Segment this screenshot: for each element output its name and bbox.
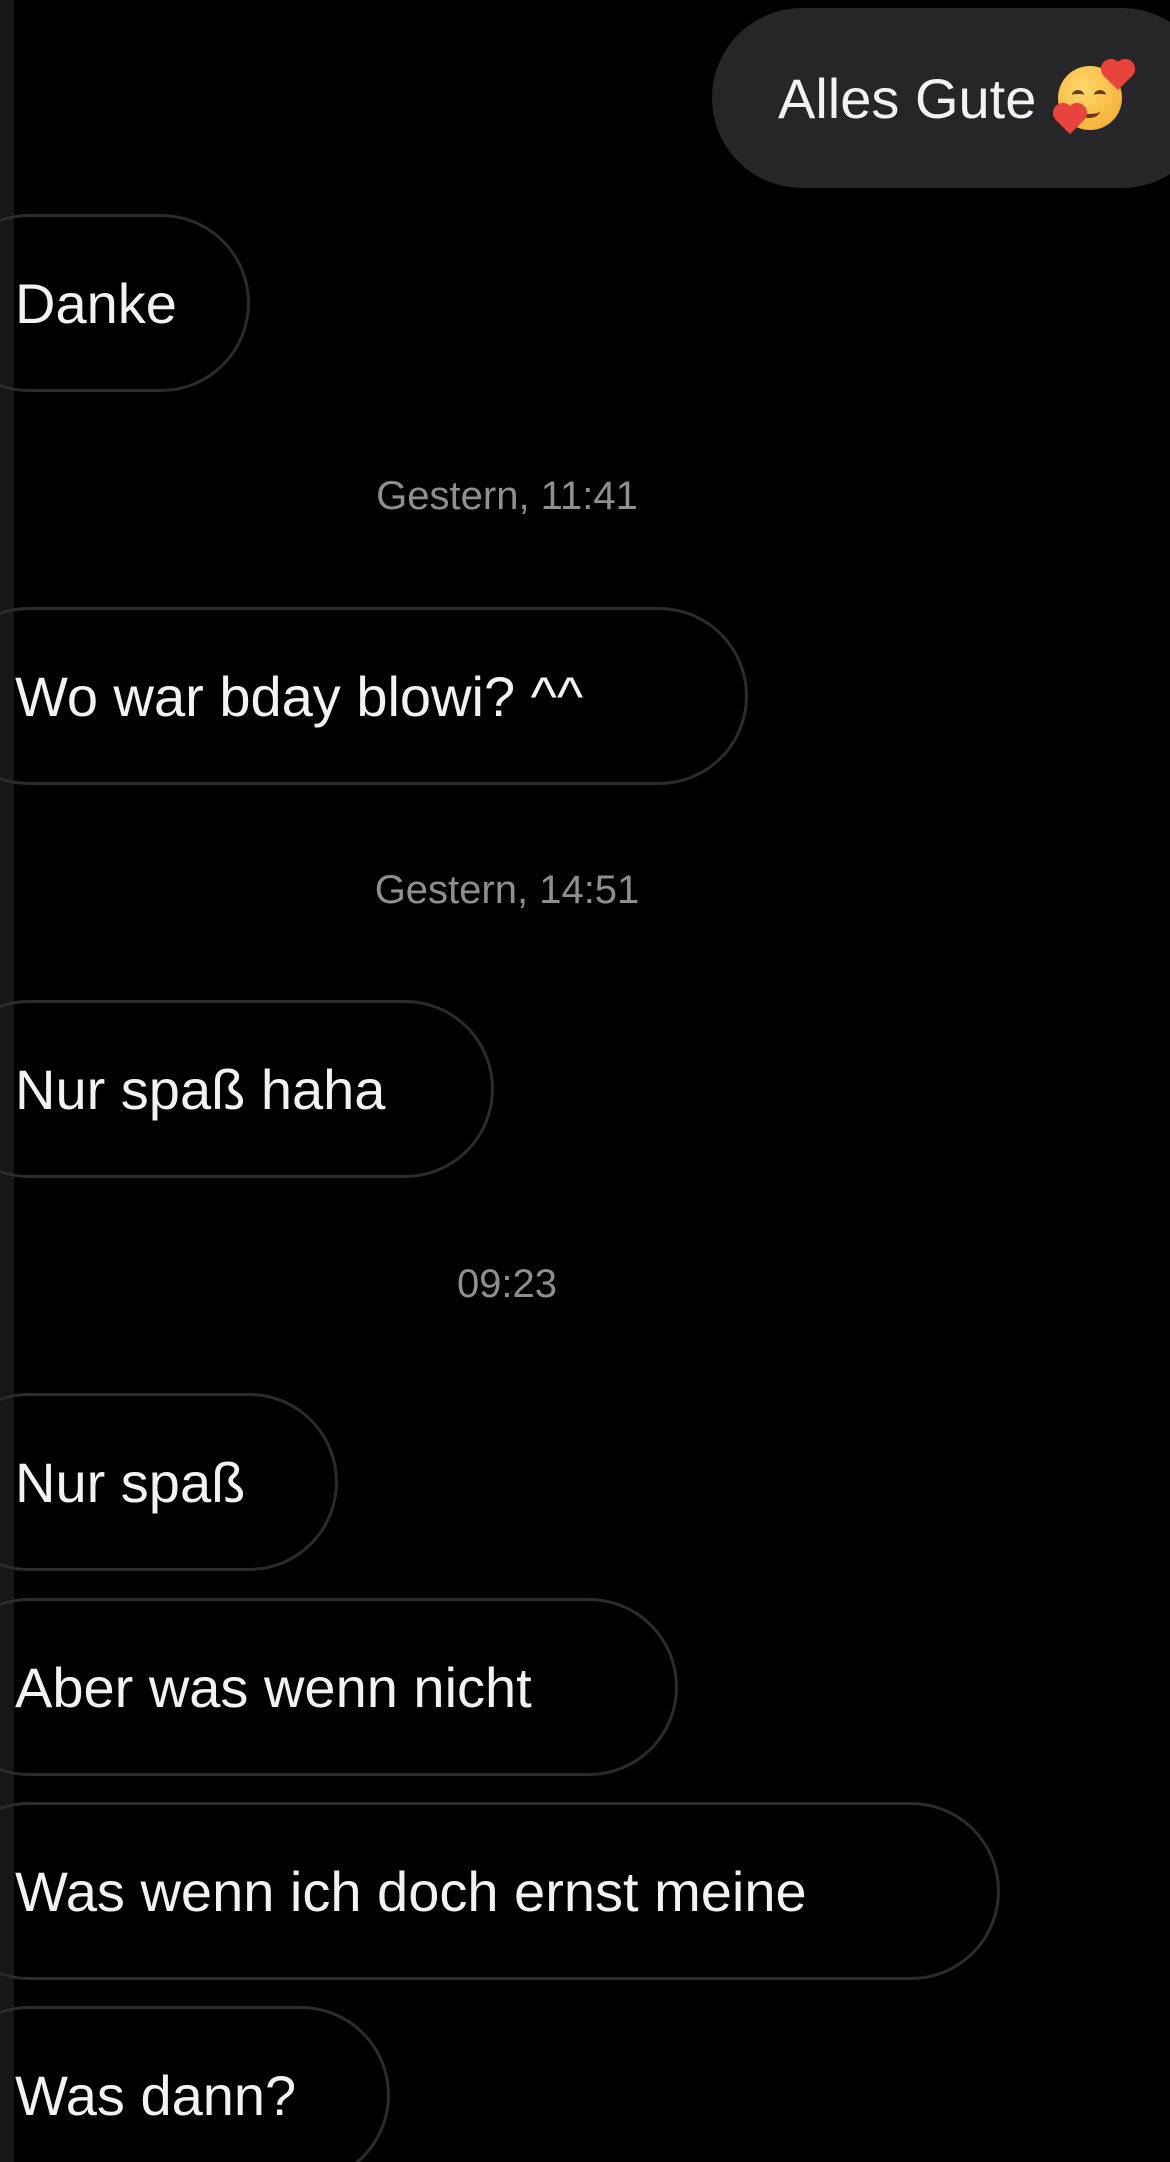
received-message-bubble[interactable]: Nur spaß [0,1393,338,1571]
smiling-face-with-hearts-icon [1056,61,1133,135]
chat-screen: Alles Gute Danke Gestern, 11:41 Wo war b… [0,0,1170,2162]
received-message-bubble[interactable]: Danke [0,214,250,392]
received-message-text: Aber was wenn nicht [15,1655,532,1719]
sent-message-text: Alles Gute [778,66,1037,130]
message-timestamp: Gestern, 14:51 [374,868,640,912]
received-message-bubble[interactable]: Aber was wenn nicht [0,1598,678,1776]
received-message-text: Nur spaß [15,1450,246,1514]
received-message-text: Was wenn ich doch ernst meine [15,1859,807,1923]
received-message-bubble[interactable]: Was dann? [0,2006,390,2162]
received-message-text: Nur spaß haha [15,1057,386,1121]
message-timestamp: Gestern, 11:41 [376,474,638,518]
received-message-text: Was dann? [15,2063,297,2127]
received-message-bubble[interactable]: Nur spaß haha [0,1000,494,1178]
received-message-bubble[interactable]: Wo war bday blowi? ^^ [0,607,748,785]
message-timestamp: 09:23 [456,1262,558,1306]
sent-message-bubble[interactable]: Alles Gute [712,8,1170,188]
received-message-text: Danke [15,271,177,335]
received-message-text: Wo war bday blowi? ^^ [15,664,584,728]
received-message-bubble[interactable]: Was wenn ich doch ernst meine [0,1802,1000,1980]
